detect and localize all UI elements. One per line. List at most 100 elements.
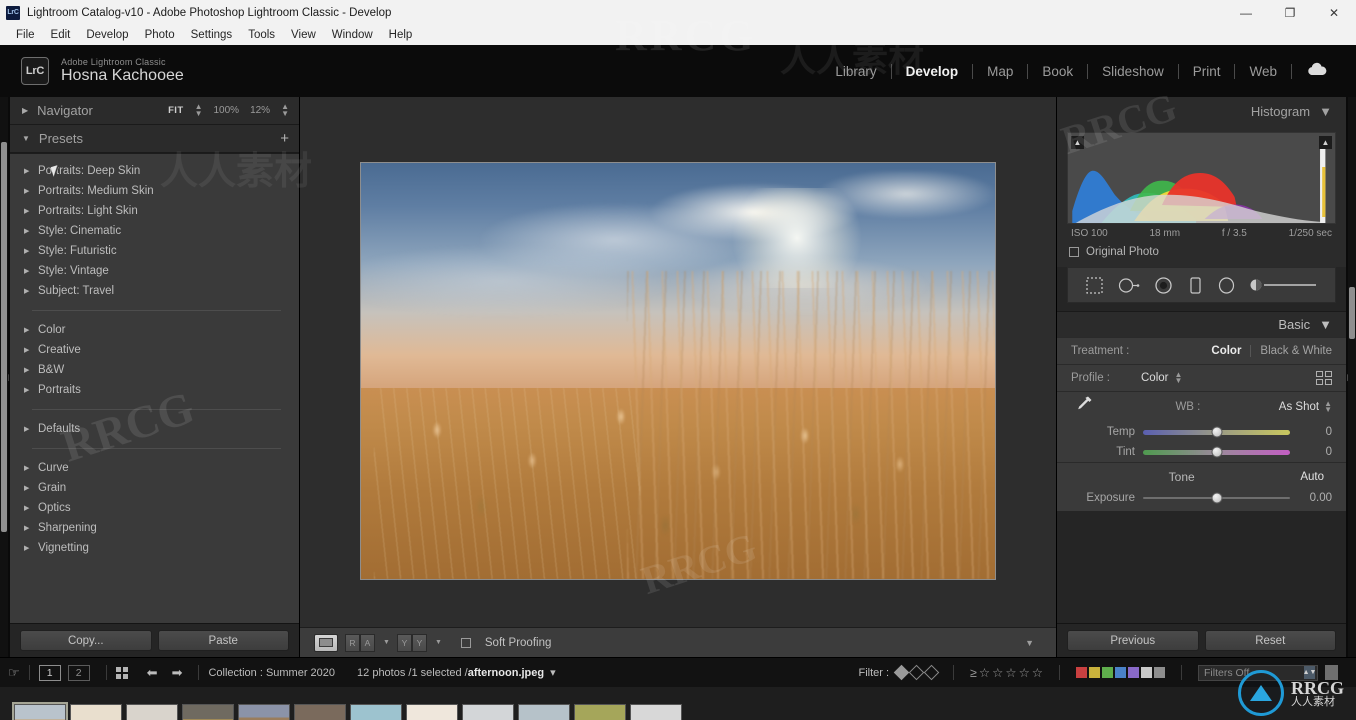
preset-group-vignetting[interactable]: ▶ Vignetting [10,538,299,558]
color-label-5[interactable] [1128,667,1139,678]
filmstrip-thumbnail[interactable] [126,704,178,720]
close-button[interactable]: ✕ [1312,0,1356,25]
filmstrip-thumbnail[interactable] [462,704,514,720]
toolbar-chevron-down-icon[interactable]: ▼ [1025,638,1034,648]
photo-preview[interactable] [360,162,996,580]
compare-chevron-down-icon[interactable]: ▼ [383,639,390,646]
page-1-button[interactable]: 1 [38,664,61,681]
color-label-2[interactable] [1089,667,1100,678]
module-print[interactable]: Print [1179,64,1235,79]
star-1-icon[interactable]: ☆ [979,665,990,680]
wb-stepper-icon[interactable]: ▲ ▼ [1324,399,1332,413]
auto-tone-button[interactable]: Auto [1292,469,1332,485]
tint-slider-knob[interactable] [1211,446,1222,458]
menu-item-help[interactable]: Help [381,27,421,43]
arrow-right-icon[interactable]: ➡ [172,665,183,681]
fit-stepper-icon[interactable]: ▲ ▼ [195,103,203,117]
filmstrip-thumbnail[interactable] [406,704,458,720]
menu-item-develop[interactable]: Develop [78,27,136,43]
preset-group-portraits-medium-skin[interactable]: ▶ Portraits: Medium Skin [10,181,299,201]
menu-item-tools[interactable]: Tools [240,27,283,43]
profile-stepper-icon[interactable]: ▲ ▼ [1174,370,1182,384]
preset-group-defaults[interactable]: ▶ Defaults [10,419,299,439]
left-panel-scrollbar[interactable] [0,97,8,657]
treatment-bw-option[interactable]: Black & White [1260,345,1332,357]
histogram-header[interactable]: Histogram ▼ [1057,97,1346,125]
grid-view-icon[interactable] [115,666,128,679]
left-scrollbar-thumb[interactable] [1,142,7,532]
amount-slider-icon[interactable] [1250,278,1318,292]
menu-item-photo[interactable]: Photo [137,27,183,43]
soft-proofing-label[interactable]: Soft Proofing [485,637,551,649]
reset-button[interactable]: Reset [1204,630,1336,651]
preset-group-style-cinematic[interactable]: ▶ Style: Cinematic [10,221,299,241]
preset-group-b-w[interactable]: ▶ B&W [10,360,299,380]
filmstrip-thumbnail[interactable] [238,704,290,720]
zoom-level-value[interactable]: 12% [250,105,270,116]
profile-select[interactable]: Color [1141,372,1168,384]
basic-panel-header[interactable]: Basic ▼ [1057,311,1346,337]
module-library[interactable]: Library [821,64,890,79]
copy-button[interactable]: Copy... [20,630,152,651]
tint-value[interactable]: 0 [1298,446,1332,458]
presets-header[interactable]: ▼ Presets + [10,125,299,153]
masking-icon[interactable] [1188,276,1203,295]
minimize-button[interactable]: — [1224,0,1268,25]
menu-item-view[interactable]: View [283,27,324,43]
white-balance-eyedropper-icon[interactable] [1071,393,1097,421]
preset-group-portraits-light-skin[interactable]: ▶ Portraits: Light Skin [10,201,299,221]
filmstrip-thumbnail[interactable] [294,704,346,720]
spot-removal-icon[interactable] [1118,276,1140,295]
preset-group-subject-travel[interactable]: ▶ Subject: Travel [10,281,299,301]
add-preset-button[interactable]: + [280,131,289,146]
filmstrip-thumbnail[interactable] [12,702,68,720]
menu-item-file[interactable]: File [8,27,43,43]
red-eye-icon[interactable] [1154,276,1173,295]
temp-slider-track[interactable] [1143,426,1290,438]
paste-button[interactable]: Paste [157,630,289,651]
previous-button[interactable]: Previous [1067,630,1199,651]
filmstrip-thumbnail[interactable] [182,704,234,720]
preset-group-color[interactable]: ▶ Color [10,320,299,340]
exposure-slider-knob[interactable] [1211,492,1222,504]
module-map[interactable]: Map [973,64,1027,79]
histogram-graph[interactable]: ▲ ▲ [1067,132,1336,224]
cloud-icon[interactable] [1292,62,1338,80]
file-chevron-down-icon[interactable]: ▾ [550,666,556,679]
compare-view-button[interactable]: R A [345,633,375,652]
filmstrip-thumbnail[interactable] [350,704,402,720]
flag-picked-icon[interactable] [893,664,910,681]
right-panel-scrollbar[interactable] [1348,97,1356,657]
filmstrip-thumbnail[interactable] [518,704,570,720]
collection-label[interactable]: Collection : Summer 2020 [208,667,335,679]
color-label-3[interactable] [1102,667,1113,678]
rating-operator[interactable]: ≥ [970,666,977,680]
zoom-fit-button[interactable]: FIT [168,105,183,116]
loupe-view-icon[interactable] [314,633,338,652]
filmstrip-thumbnail[interactable] [574,704,626,720]
menu-item-window[interactable]: Window [324,27,381,43]
flag-unflagged-icon[interactable] [908,664,925,681]
before-after-chevron-down-icon[interactable]: ▼ [435,639,442,646]
crop-overlay-icon[interactable] [1085,276,1104,295]
preset-group-optics[interactable]: ▶ Optics [10,498,299,518]
preset-group-grain[interactable]: ▶ Grain [10,478,299,498]
profile-browser-icon[interactable] [1316,371,1332,385]
maximize-button[interactable]: ❐ [1268,0,1312,25]
filmstrip-thumbnail[interactable] [630,704,682,720]
shadow-clipping-icon[interactable]: ▲ [1071,136,1084,149]
preset-group-sharpening[interactable]: ▶ Sharpening [10,518,299,538]
original-photo-row[interactable]: Original Photo [1057,239,1346,267]
temp-value[interactable]: 0 [1298,426,1332,438]
preset-group-creative[interactable]: ▶ Creative [10,340,299,360]
zoom-100-button[interactable]: 100% [213,105,239,116]
star-rating-filter[interactable]: ≥ ☆ ☆ ☆ ☆ ☆ [970,665,1043,681]
radial-filter-icon[interactable] [1217,276,1236,295]
star-5-icon[interactable]: ☆ [1032,665,1043,680]
arrow-left-icon[interactable]: ⬅ [147,665,158,681]
triangle-down-icon[interactable]: ▼ [1319,317,1332,332]
triangle-down-icon[interactable]: ▼ [1319,104,1332,119]
filmstrip-thumbnail[interactable] [70,704,122,720]
exposure-slider-track[interactable] [1143,492,1290,504]
soft-proofing-checkbox[interactable] [460,637,471,648]
